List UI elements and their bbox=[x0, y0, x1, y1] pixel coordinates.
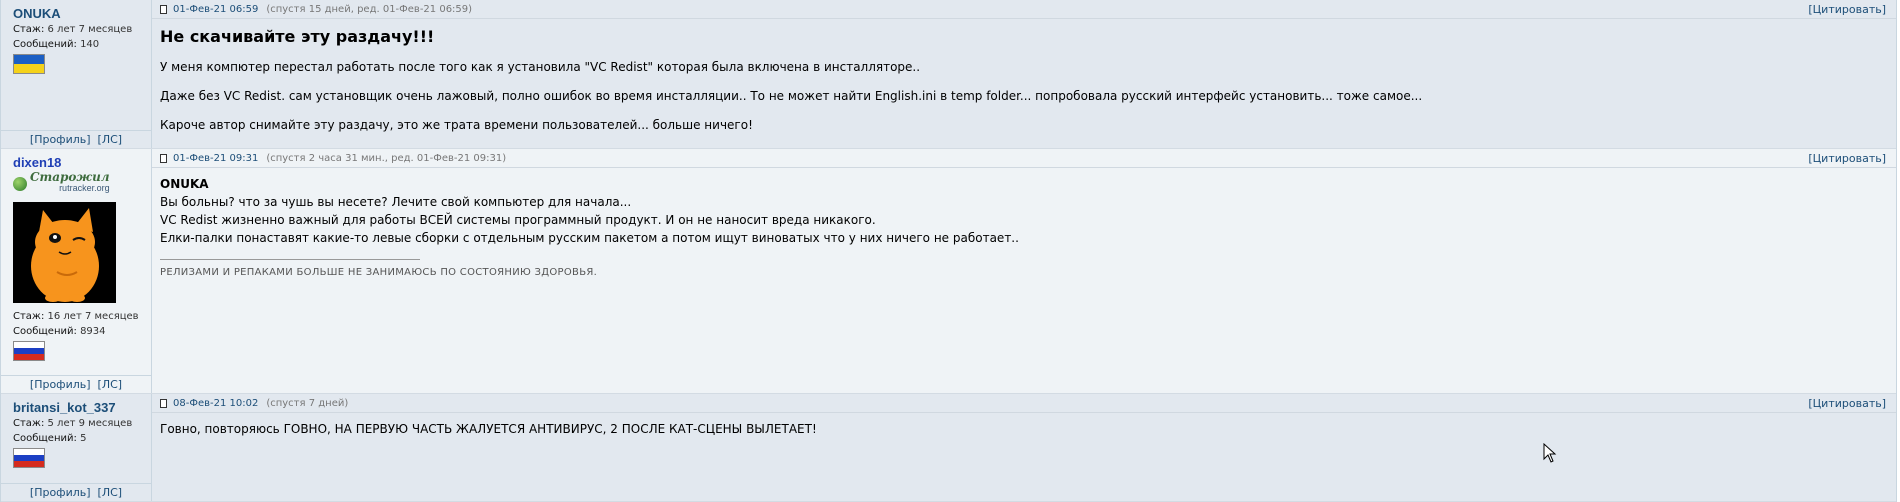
post-signature: РЕЛИЗАМИ И РЕПАКАМИ БОЛЬШЕ НЕ ЗАНИМАЮСЬ … bbox=[160, 267, 598, 278]
author-nick[interactable]: ONUKA bbox=[13, 6, 147, 22]
cat-avatar-icon bbox=[13, 202, 116, 303]
rank-icon bbox=[13, 177, 27, 191]
messages-value: 5 bbox=[80, 433, 87, 444]
author-stazh: Стаж: 5 лет 9 месяцев bbox=[13, 416, 147, 431]
post-content: ONUKA Вы больны? что за чушь вы несете? … bbox=[152, 168, 1896, 289]
rank-title: Старожил bbox=[30, 170, 110, 184]
post-body: 01-Фев-21 06:59 (спустя 15 дней, ред. 01… bbox=[152, 0, 1896, 148]
post-icon[interactable] bbox=[160, 153, 167, 163]
pm-link[interactable]: [ЛС] bbox=[98, 133, 123, 146]
topic-thread: ONUKA Стаж: 6 лет 7 месяцев Сообщений: 1… bbox=[0, 0, 1897, 502]
post-content: Не скачивайте эту раздачу!!! У меня комп… bbox=[152, 19, 1896, 152]
rank-site: rutracker.org bbox=[59, 183, 110, 193]
profile-link[interactable]: [Профиль] bbox=[30, 378, 91, 391]
post-line: Вы больны? что за чушь вы несете? Лечите… bbox=[160, 195, 632, 209]
post-paragraph: Даже без VC Redist. сам установщик очень… bbox=[160, 89, 1423, 103]
post-text: Говно, повторяюсь ГОВНО, НА ПЕРВУЮ ЧАСТЬ… bbox=[160, 422, 817, 436]
author-stazh: Стаж: 16 лет 7 месяцев bbox=[13, 309, 147, 324]
flag-ukraine-icon bbox=[13, 54, 45, 74]
stazh-label: Стаж: bbox=[13, 24, 45, 35]
stazh-value: 16 лет 7 месяцев bbox=[47, 311, 139, 322]
post-meta: (спустя 15 дней, ред. 01-Фев-21 06:59) bbox=[266, 3, 473, 15]
stazh-value: 6 лет 7 месяцев bbox=[47, 24, 133, 35]
author-messages: Сообщений: 8934 bbox=[13, 324, 147, 339]
stazh-value: 5 лет 9 месяцев bbox=[47, 418, 133, 429]
stazh-label: Стаж: bbox=[13, 311, 45, 322]
author-messages: Сообщений: 5 bbox=[13, 431, 147, 446]
post-date[interactable]: 01-Фев-21 06:59 bbox=[173, 4, 258, 15]
flag-russia-icon bbox=[13, 341, 45, 361]
post-line: VC Redist жизненно важный для работы ВСЕ… bbox=[160, 213, 876, 227]
profile-link[interactable]: [Профиль] bbox=[30, 486, 91, 499]
author-messages: Сообщений: 140 bbox=[13, 37, 147, 52]
stazh-label: Стаж: bbox=[13, 418, 45, 429]
post-header: 01-Фев-21 06:59 (спустя 15 дней, ред. 01… bbox=[152, 0, 1896, 19]
signature-divider bbox=[160, 259, 420, 260]
author-nick[interactable]: britansi_kot_337 bbox=[13, 400, 147, 416]
pm-link[interactable]: [ЛС] bbox=[98, 378, 123, 391]
post-content: Говно, повторяюсь ГОВНО, НА ПЕРВУЮ ЧАСТЬ… bbox=[152, 413, 1896, 445]
post-date[interactable]: 08-Фев-21 10:02 bbox=[173, 398, 258, 409]
messages-value: 140 bbox=[80, 39, 100, 50]
post-header: 08-Фев-21 10:02 (спустя 7 дней) [Цитиров… bbox=[152, 394, 1896, 413]
quoted-user-name: ONUKA bbox=[160, 177, 209, 191]
avatar bbox=[13, 202, 116, 303]
quote-button[interactable]: [Цитировать] bbox=[1808, 152, 1886, 165]
post-paragraph: У меня компютер перестал работать после … bbox=[160, 60, 921, 74]
author-nick[interactable]: dixen18 bbox=[13, 155, 147, 171]
post-icon[interactable] bbox=[160, 398, 167, 408]
post-icon[interactable] bbox=[160, 4, 167, 14]
author-links: [Профиль] [ЛС] bbox=[1, 375, 151, 393]
post-body: 08-Фев-21 10:02 (спустя 7 дней) [Цитиров… bbox=[152, 394, 1896, 501]
post-author: dixen18 Старожил rutracker.org Стаж: 16 … bbox=[1, 149, 152, 393]
post-header: 01-Фев-21 09:31 (спустя 2 часа 31 мин., … bbox=[152, 149, 1896, 168]
messages-label: Сообщений: bbox=[13, 326, 77, 337]
pm-link[interactable]: [ЛС] bbox=[98, 486, 123, 499]
messages-label: Сообщений: bbox=[13, 39, 77, 50]
post-date[interactable]: 01-Фев-21 09:31 bbox=[173, 153, 258, 164]
quote-button[interactable]: [Цитировать] bbox=[1808, 397, 1886, 410]
post-author: britansi_kot_337 Стаж: 5 лет 9 месяцев С… bbox=[1, 394, 152, 501]
post-author: ONUKA Стаж: 6 лет 7 месяцев Сообщений: 1… bbox=[1, 0, 152, 148]
post: ONUKA Стаж: 6 лет 7 месяцев Сообщений: 1… bbox=[1, 0, 1896, 149]
author-stazh: Стаж: 6 лет 7 месяцев bbox=[13, 22, 147, 37]
post-paragraph: Кароче автор снимайте эту раздачу, это ж… bbox=[160, 118, 753, 132]
post: britansi_kot_337 Стаж: 5 лет 9 месяцев С… bbox=[1, 394, 1896, 502]
author-links: [Профиль] [ЛС] bbox=[1, 483, 151, 501]
messages-label: Сообщений: bbox=[13, 433, 77, 444]
author-links: [Профиль] [ЛС] bbox=[1, 130, 151, 148]
post-title: Не скачивайте эту раздачу!!! bbox=[160, 27, 435, 46]
messages-value: 8934 bbox=[80, 326, 106, 337]
post-body: 01-Фев-21 09:31 (спустя 2 часа 31 мин., … bbox=[152, 149, 1896, 393]
post-meta: (спустя 7 дней) bbox=[266, 397, 349, 409]
flag-russia-icon bbox=[13, 448, 45, 468]
post-meta: (спустя 2 часа 31 мин., ред. 01-Фев-21 0… bbox=[266, 152, 507, 164]
profile-link[interactable]: [Профиль] bbox=[30, 133, 91, 146]
mouse-cursor-icon bbox=[1543, 443, 1557, 463]
rank-badge: Старожил rutracker.org bbox=[13, 170, 147, 198]
quote-button[interactable]: [Цитировать] bbox=[1808, 3, 1886, 16]
post: dixen18 Старожил rutracker.org Стаж: 16 … bbox=[1, 149, 1896, 394]
post-line: Елки-палки понаставят какие-то левые сбо… bbox=[160, 231, 1019, 245]
